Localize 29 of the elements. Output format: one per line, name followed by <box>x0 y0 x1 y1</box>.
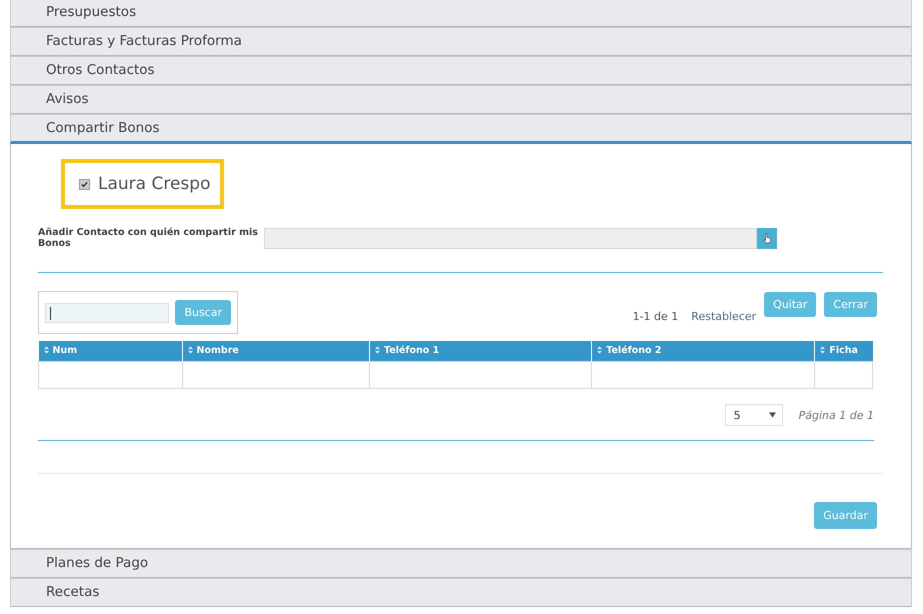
column-header[interactable]: Teléfono 1 <box>369 341 592 362</box>
contact-name: Laura Crespo <box>98 174 210 194</box>
record-count: 1-1 de 1 <box>632 310 678 323</box>
accordion-header[interactable]: Recetas <box>10 578 912 607</box>
contact-field[interactable] <box>264 228 757 248</box>
sort-icon <box>374 346 380 354</box>
search-field[interactable] <box>45 302 170 322</box>
column-header[interactable]: Nombre <box>182 341 370 362</box>
accordion-header[interactable]: Facturas y Facturas Proforma <box>10 27 912 56</box>
hand-pointer-icon <box>762 232 772 244</box>
pick-button[interactable] <box>757 228 777 248</box>
accordion-header[interactable]: Avisos <box>10 85 912 114</box>
accordion-header[interactable]: Compartir Bonos <box>10 114 912 144</box>
column-header[interactable]: Ficha <box>814 341 872 362</box>
sort-icon <box>597 346 602 354</box>
dropdown-caret-icon <box>768 412 776 418</box>
field-label: Añadir Contacto con quién compartir mis Bonos <box>38 227 259 249</box>
accordion-header[interactable]: Presupuestos <box>10 0 912 27</box>
accordion-header[interactable]: Planes de Pago <box>10 549 912 578</box>
checkbox[interactable] <box>79 178 90 190</box>
sort-icon <box>44 346 48 354</box>
page-size-select[interactable]: 5 <box>724 404 783 426</box>
page-info: Página 1 de 1 <box>798 408 874 422</box>
accordion-header[interactable]: Otros Contactos <box>10 56 912 85</box>
sort-icon <box>820 346 826 354</box>
sort-icon <box>188 346 193 354</box>
column-header[interactable]: Num <box>38 341 182 362</box>
column-header[interactable]: Teléfono 2 <box>592 341 815 362</box>
reset-link[interactable]: Restablecer <box>691 310 756 323</box>
